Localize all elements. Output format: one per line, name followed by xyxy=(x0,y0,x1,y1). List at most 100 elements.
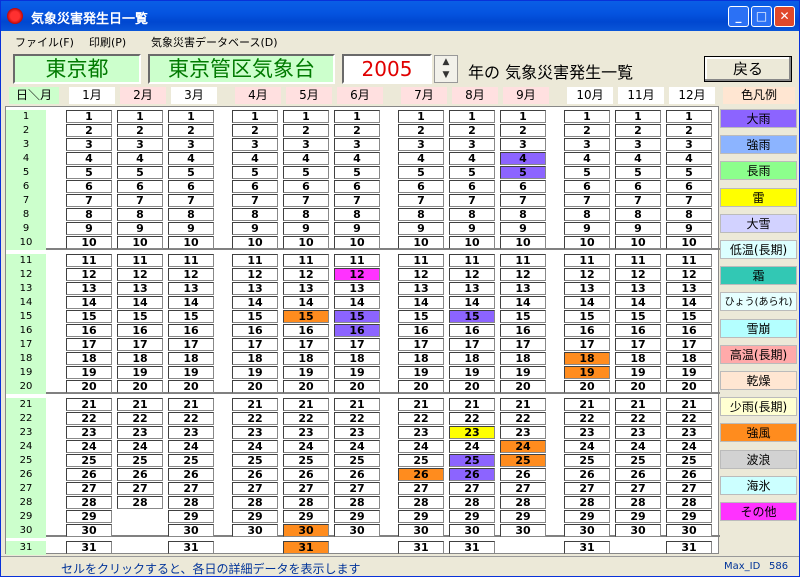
day-cell[interactable]: 20 xyxy=(168,380,214,393)
day-cell[interactable]: 25 xyxy=(232,454,278,467)
day-cell[interactable]: 15 xyxy=(66,310,112,323)
day-cell[interactable]: 2 xyxy=(117,124,163,137)
day-cell[interactable]: 14 xyxy=(66,296,112,309)
day-cell[interactable]: 17 xyxy=(117,338,163,351)
day-cell[interactable]: 1 xyxy=(334,110,380,123)
day-cell[interactable]: 22 xyxy=(500,412,546,425)
day-cell[interactable]: 9 xyxy=(283,222,329,235)
day-cell[interactable]: 24 xyxy=(666,440,712,453)
day-cell[interactable]: 28 xyxy=(168,496,214,509)
day-cell[interactable]: 27 xyxy=(449,482,495,495)
day-cell[interactable]: 31 xyxy=(283,541,329,554)
day-cell[interactable]: 5 xyxy=(666,166,712,179)
day-cell[interactable]: 20 xyxy=(666,380,712,393)
day-cell[interactable]: 30 xyxy=(500,524,546,537)
day-cell[interactable]: 16 xyxy=(615,324,661,337)
day-cell[interactable]: 11 xyxy=(564,254,610,267)
day-cell[interactable]: 29 xyxy=(500,510,546,523)
day-cell[interactable]: 21 xyxy=(666,398,712,411)
day-cell[interactable]: 20 xyxy=(449,380,495,393)
day-cell[interactable]: 12 xyxy=(500,268,546,281)
day-cell[interactable]: 6 xyxy=(66,180,112,193)
day-cell[interactable]: 7 xyxy=(500,194,546,207)
day-cell[interactable]: 10 xyxy=(398,236,444,249)
day-cell[interactable]: 17 xyxy=(564,338,610,351)
day-cell[interactable]: 8 xyxy=(283,208,329,221)
day-cell[interactable]: 25 xyxy=(283,454,329,467)
day-cell[interactable]: 20 xyxy=(615,380,661,393)
day-cell[interactable]: 26 xyxy=(449,468,495,481)
day-cell[interactable]: 18 xyxy=(117,352,163,365)
day-cell[interactable]: 4 xyxy=(564,152,610,165)
day-cell[interactable]: 28 xyxy=(232,496,278,509)
day-cell[interactable]: 6 xyxy=(168,180,214,193)
day-cell[interactable]: 2 xyxy=(66,124,112,137)
day-cell[interactable]: 10 xyxy=(449,236,495,249)
day-cell[interactable]: 19 xyxy=(564,366,610,379)
day-cell[interactable]: 27 xyxy=(334,482,380,495)
day-cell[interactable]: 31 xyxy=(666,541,712,554)
day-cell[interactable]: 7 xyxy=(334,194,380,207)
day-cell[interactable]: 25 xyxy=(334,454,380,467)
day-cell[interactable]: 26 xyxy=(564,468,610,481)
day-cell[interactable]: 23 xyxy=(117,426,163,439)
day-cell[interactable]: 9 xyxy=(666,222,712,235)
day-cell[interactable]: 4 xyxy=(398,152,444,165)
day-cell[interactable]: 8 xyxy=(666,208,712,221)
day-cell[interactable]: 2 xyxy=(449,124,495,137)
back-button[interactable]: 戻る xyxy=(704,56,792,82)
day-cell[interactable]: 4 xyxy=(500,152,546,165)
day-cell[interactable]: 13 xyxy=(283,282,329,295)
day-cell[interactable]: 23 xyxy=(232,426,278,439)
day-cell[interactable]: 18 xyxy=(615,352,661,365)
day-cell[interactable]: 10 xyxy=(117,236,163,249)
day-cell[interactable]: 2 xyxy=(232,124,278,137)
day-cell[interactable]: 4 xyxy=(334,152,380,165)
day-cell[interactable]: 15 xyxy=(398,310,444,323)
day-cell[interactable]: 23 xyxy=(449,426,495,439)
day-cell[interactable]: 24 xyxy=(232,440,278,453)
day-cell[interactable]: 10 xyxy=(666,236,712,249)
day-cell[interactable]: 26 xyxy=(66,468,112,481)
day-cell[interactable]: 2 xyxy=(398,124,444,137)
day-cell[interactable]: 12 xyxy=(283,268,329,281)
day-cell[interactable]: 2 xyxy=(500,124,546,137)
day-cell[interactable]: 15 xyxy=(449,310,495,323)
day-cell[interactable]: 1 xyxy=(398,110,444,123)
day-cell[interactable]: 24 xyxy=(334,440,380,453)
day-cell[interactable]: 17 xyxy=(615,338,661,351)
day-cell[interactable]: 12 xyxy=(564,268,610,281)
day-cell[interactable]: 20 xyxy=(66,380,112,393)
day-cell[interactable]: 14 xyxy=(283,296,329,309)
day-cell[interactable]: 31 xyxy=(564,541,610,554)
day-cell[interactable]: 2 xyxy=(666,124,712,137)
day-cell[interactable]: 22 xyxy=(449,412,495,425)
day-cell[interactable]: 18 xyxy=(564,352,610,365)
day-cell[interactable]: 18 xyxy=(449,352,495,365)
spin-up-icon[interactable]: ▲ xyxy=(435,56,457,69)
day-cell[interactable]: 30 xyxy=(66,524,112,537)
day-cell[interactable]: 12 xyxy=(615,268,661,281)
day-cell[interactable]: 22 xyxy=(564,412,610,425)
day-cell[interactable]: 16 xyxy=(232,324,278,337)
day-cell[interactable]: 29 xyxy=(564,510,610,523)
day-cell[interactable]: 28 xyxy=(564,496,610,509)
day-cell[interactable]: 29 xyxy=(666,510,712,523)
day-cell[interactable]: 8 xyxy=(168,208,214,221)
day-cell[interactable]: 26 xyxy=(666,468,712,481)
day-cell[interactable]: 24 xyxy=(449,440,495,453)
day-cell[interactable]: 22 xyxy=(398,412,444,425)
day-cell[interactable]: 19 xyxy=(615,366,661,379)
day-cell[interactable]: 21 xyxy=(168,398,214,411)
close-button[interactable]: ✕ xyxy=(774,6,795,27)
day-cell[interactable]: 7 xyxy=(398,194,444,207)
day-cell[interactable]: 30 xyxy=(232,524,278,537)
day-cell[interactable]: 23 xyxy=(66,426,112,439)
day-cell[interactable]: 9 xyxy=(564,222,610,235)
day-cell[interactable]: 5 xyxy=(66,166,112,179)
day-cell[interactable]: 10 xyxy=(334,236,380,249)
day-cell[interactable]: 25 xyxy=(117,454,163,467)
day-cell[interactable]: 21 xyxy=(232,398,278,411)
day-cell[interactable]: 6 xyxy=(283,180,329,193)
day-cell[interactable]: 15 xyxy=(168,310,214,323)
